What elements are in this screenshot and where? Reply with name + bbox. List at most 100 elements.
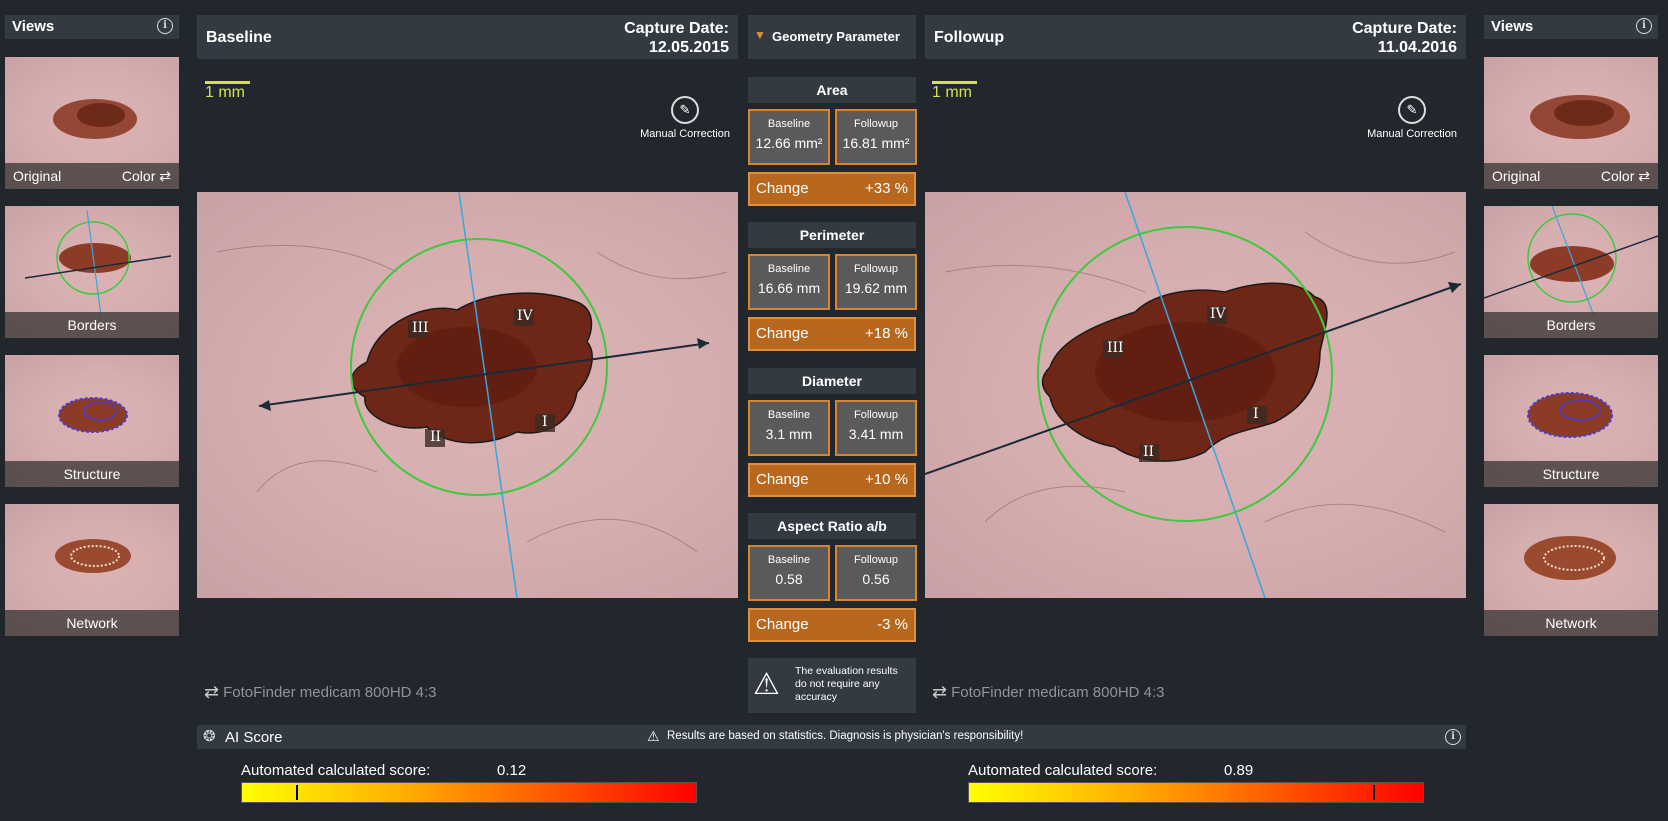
area-change: Change +33 % [748,172,916,206]
area-baseline-box: Baseline 12.66 mm² [748,109,830,165]
view-original-thumb[interactable]: Original Color ⇄ [1484,57,1658,189]
perimeter-followup-box: Followup 19.62 mm [835,254,917,310]
view-network-thumb[interactable]: Network [5,504,179,636]
lesion-label-ii: II [430,429,442,445]
lesion-label-iv: IV [1210,306,1226,322]
view-structure-thumb[interactable]: Structure [5,355,179,487]
warning-icon: ⚠ [647,728,660,744]
section-aspect-ratio-title: Aspect Ratio a/b [748,513,916,539]
lesion-label-i: I [542,414,548,430]
manual-correction-label: Manual Correction [1367,128,1457,140]
change-label: Change [756,471,809,488]
view-label-borders: Borders [1484,312,1658,338]
view-network-thumb[interactable]: Network [1484,504,1658,636]
baseline-score-value: 0.12 [497,762,527,779]
perimeter-change-value: +18 % [865,325,908,342]
view-label-structure: Structure [1484,461,1658,487]
geometry-header[interactable]: ▼ Geometry Parameter [748,15,916,59]
aspect-change-value: -3 % [877,616,908,633]
views-title: Views [1491,18,1534,35]
view-borders-thumb[interactable]: Borders [1484,206,1658,338]
capture-date-label: Capture Date: [1352,20,1457,37]
diameter-followup-value: 3.41 mm [848,426,904,442]
pencil-icon: ✎ [671,96,699,124]
baseline-label: Baseline [767,554,811,566]
pencil-icon: ✎ [1398,96,1426,124]
info-icon[interactable]: i [1636,18,1652,34]
baseline-label: Baseline [767,263,811,275]
diameter-change-value: +10 % [865,471,908,488]
capture-date-value: 11.04.2016 [1377,39,1457,56]
diameter-followup-box: Followup 3.41 mm [835,400,917,456]
followup-image[interactable]: III IV II I [925,192,1466,598]
view-original-thumb[interactable]: Original Color ⇄ [5,57,179,189]
followup-label: Followup [853,554,899,566]
geometry-title: Geometry Parameter [772,29,900,44]
scale-label: 1 mm [932,84,972,101]
area-followup-value: 16.81 mm² [842,135,910,151]
capture-date-value: 12.05.2015 [648,39,729,56]
perimeter-change: Change +18 % [748,317,916,351]
baseline-score-label: Automated calculated score: [241,762,431,779]
info-icon[interactable]: i [157,18,173,34]
scale-indicator: 1 mm [205,81,250,102]
swap-icon[interactable]: ⇄ [932,682,947,703]
right-views-header: Views i [1484,15,1658,39]
ai-disclaimer: Results are based on statistics. Diagnos… [667,730,1024,742]
ai-score-header: ❂ AI Score ⚠ Results are based on statis… [197,725,1466,749]
accuracy-warning: ⚠ The evaluation results do not require … [748,658,916,713]
baseline-label: Baseline [767,118,811,130]
swap-icon[interactable]: ⇄ [204,682,219,703]
ai-brain-icon: ❂ [203,728,216,745]
swap-icon[interactable]: ⇄ [1638,168,1650,184]
followup-title: Followup [934,29,1005,46]
area-baseline-value: 12.66 mm² [755,135,823,151]
camera-label: FotoFinder medicam 800HD 4:3 [223,684,437,701]
followup-camera[interactable]: ⇄ FotoFinder medicam 800HD 4:3 [932,682,1165,703]
view-label-structure: Structure [5,461,179,487]
view-label-original: Original [1492,168,1541,184]
info-icon[interactable]: i [1445,729,1461,745]
diameter-baseline-value: 3.1 mm [765,426,813,442]
baseline-header: Baseline Capture Date: 12.05.2015 [197,15,738,59]
followup-score-marker [1373,785,1375,800]
diameter-change: Change +10 % [748,463,916,497]
aspect-followup-box: Followup 0.56 [835,545,917,601]
view-borders-thumb[interactable]: Borders [5,206,179,338]
aspect-baseline-value: 0.58 [775,571,803,587]
swap-icon[interactable]: ⇄ [159,168,171,184]
left-views-header: Views i [5,15,179,39]
view-structure-thumb[interactable]: Structure [1484,355,1658,487]
lesion-label-iv: IV [517,308,533,324]
area-change-value: +33 % [865,180,908,197]
section-diameter-title: Diameter [748,368,916,394]
aspect-change: Change -3 % [748,608,916,642]
view-label-color: Color [121,168,156,184]
lesion-label-iii: III [412,320,429,336]
scale-label: 1 mm [205,84,245,101]
warning-icon: ⚠ [753,668,780,701]
followup-label: Followup [853,263,899,275]
baseline-camera[interactable]: ⇄ FotoFinder medicam 800HD 4:3 [204,682,437,703]
change-label: Change [756,616,809,633]
followup-header: Followup Capture Date: 11.04.2016 [925,15,1466,59]
baseline-image[interactable]: III IV II I [197,192,738,598]
scale-indicator: 1 mm [932,81,977,102]
collapse-triangle-icon[interactable]: ▼ [754,28,766,42]
baseline-score-gradient [241,782,697,803]
view-label-original: Original [13,168,62,184]
lesion-label-i: I [1253,406,1259,422]
followup-score-label: Automated calculated score: [968,762,1158,779]
camera-label: FotoFinder medicam 800HD 4:3 [951,684,1165,701]
warning-text: The evaluation results do not require an… [795,665,898,703]
section-area-title: Area [748,77,916,103]
followup-score-value: 0.89 [1224,762,1254,779]
view-label-network: Network [1484,610,1658,636]
perimeter-baseline-value: 16.66 mm [757,280,821,296]
manual-correction-button[interactable]: ✎ Manual Correction [1364,96,1460,140]
views-title: Views [12,18,55,35]
aspect-baseline-box: Baseline 0.58 [748,545,830,601]
manual-correction-button[interactable]: ✎ Manual Correction [637,96,733,140]
view-label-color: Color [1600,168,1635,184]
baseline-lesion-svg [216,192,728,598]
